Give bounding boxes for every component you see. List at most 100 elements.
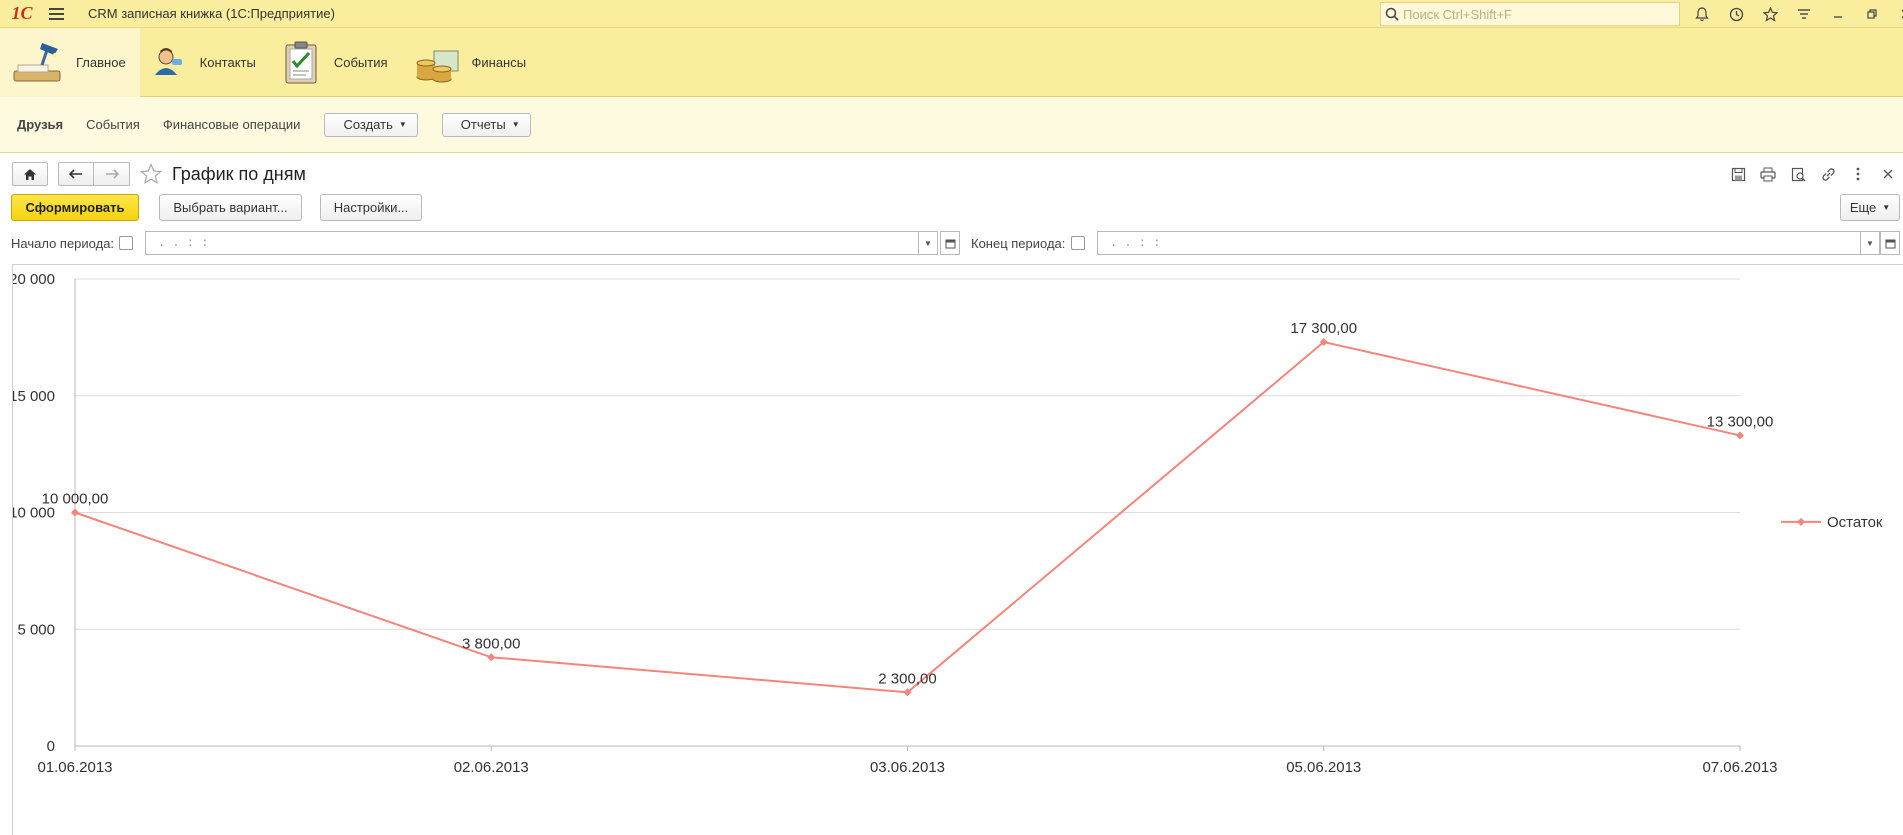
history-icon[interactable] xyxy=(1719,0,1753,28)
app-title: CRM записная книжка (1С:Предприятие) xyxy=(88,6,335,21)
preview-icon[interactable] xyxy=(1783,156,1813,192)
period-end-dropdown[interactable]: ▼ xyxy=(1860,231,1880,255)
search-box[interactable] xyxy=(1380,2,1680,26)
link-events[interactable]: События xyxy=(86,117,140,132)
sections-panel: Главное Контакты События Финансы xyxy=(0,28,1903,97)
home-button[interactable] xyxy=(12,162,48,186)
form-header: График по дням xyxy=(0,156,1903,192)
data-point-marker xyxy=(71,508,79,517)
command-bar: Сформировать Выбрать вариант... Настройк… xyxy=(0,194,1903,222)
section-main-label: Главное xyxy=(76,55,126,70)
coins-icon xyxy=(414,39,460,87)
data-label: 2 300,00 xyxy=(878,670,936,687)
restore-icon[interactable] xyxy=(1855,0,1889,28)
main-menu-icon[interactable] xyxy=(44,0,68,28)
section-finance[interactable]: Финансы xyxy=(402,28,541,97)
period-start-checkbox[interactable] xyxy=(119,236,133,250)
close-window-icon[interactable] xyxy=(1889,0,1903,28)
form-title: График по дням xyxy=(172,163,306,184)
calendar-icon xyxy=(945,239,955,248)
data-label: 3 800,00 xyxy=(462,635,520,652)
link-icon[interactable] xyxy=(1813,156,1843,192)
minimize-icon[interactable] xyxy=(1821,0,1855,28)
bell-icon[interactable] xyxy=(1685,0,1719,28)
x-tick-label: 05.06.2013 xyxy=(1286,759,1361,776)
x-tick-label: 07.06.2013 xyxy=(1702,759,1777,776)
chevron-down-icon: ▼ xyxy=(1882,203,1891,212)
line-chart: 05 00010 00015 00020 00001.06.2013 02.06.… xyxy=(13,271,1883,776)
save-icon[interactable] xyxy=(1723,156,1753,192)
section-main[interactable]: Главное xyxy=(0,28,140,97)
desk-lamp-icon xyxy=(12,39,64,87)
favorites-icon[interactable] xyxy=(1753,0,1787,28)
create-menu-button[interactable]: Создать ▼ xyxy=(324,112,418,137)
section-finance-label: Финансы xyxy=(471,55,527,70)
series-line xyxy=(74,340,1741,694)
period-start-field[interactable]: . . : : xyxy=(145,231,919,255)
chevron-down-icon: ▼ xyxy=(924,238,932,248)
y-tick-label: 0 xyxy=(47,738,55,755)
back-button[interactable] xyxy=(58,162,94,186)
title-bar: 1С CRM записная книжка (1С:Предприятие) xyxy=(0,0,1903,28)
section-contacts[interactable]: Контакты xyxy=(140,28,270,97)
report-chart-area: 05 000 10 000 15 000 20 000 01.06.2013 02.06.… xyxy=(12,264,1903,835)
section-events-label: События xyxy=(333,55,388,70)
chevron-down-icon: ▼ xyxy=(511,120,520,129)
reports-menu-label: Отчеты xyxy=(460,117,506,132)
link-financial-operations[interactable]: Финансовые операции xyxy=(163,117,301,132)
print-icon[interactable] xyxy=(1753,156,1783,192)
chevron-down-icon: ▼ xyxy=(398,120,407,129)
legend-label: Остаток xyxy=(1827,514,1883,531)
forward-button[interactable] xyxy=(94,162,130,186)
data-label: 10 000,00 xyxy=(42,491,109,508)
arrow-right-icon xyxy=(105,169,119,179)
settings-button[interactable]: Настройки... xyxy=(320,194,422,221)
period-end-checkbox[interactable] xyxy=(1071,236,1085,250)
x-tick-label: 01.06.2013 xyxy=(37,759,112,776)
period-start-label: Начало периода: xyxy=(11,236,115,251)
star-icon xyxy=(140,163,162,185)
more-button[interactable]: Еще ▼ xyxy=(1840,194,1900,221)
period-start-calendar[interactable] xyxy=(940,231,960,255)
favorite-toggle[interactable] xyxy=(140,163,162,185)
create-menu-label: Создать xyxy=(343,117,393,132)
app-logo: 1С xyxy=(11,3,33,23)
contacts-icon xyxy=(152,39,188,87)
chevron-down-icon: ▼ xyxy=(1866,238,1874,248)
search-input[interactable] xyxy=(1403,6,1673,22)
more-actions-icon[interactable] xyxy=(1843,156,1873,192)
section-contacts-label: Контакты xyxy=(199,55,256,70)
functions-menu-icon[interactable] xyxy=(1787,0,1821,28)
section-events[interactable]: События xyxy=(270,28,402,97)
functions-panel: Друзья События Финансовые операции Созда… xyxy=(0,97,1903,153)
data-point-marker xyxy=(487,653,496,662)
period-filter-row: Начало периода: . . : : ▼ Конец периода:… xyxy=(0,230,1903,256)
search-icon xyxy=(1385,7,1399,21)
clipboard-icon xyxy=(282,39,322,87)
more-button-label: Еще xyxy=(1849,200,1877,215)
generate-button[interactable]: Сформировать xyxy=(11,194,139,221)
period-end-label: Конец периода: xyxy=(971,236,1066,251)
reports-menu-button[interactable]: Отчеты ▼ xyxy=(441,112,531,137)
data-label: 17 300,00 xyxy=(1290,320,1357,337)
y-tick-label: 5 000 xyxy=(17,621,55,638)
legend-marker xyxy=(1797,517,1805,526)
form-tools xyxy=(1723,156,1903,192)
period-end-calendar[interactable] xyxy=(1880,231,1900,255)
data-label: 13 300,00 xyxy=(1707,413,1774,430)
data-point-marker xyxy=(1736,431,1744,440)
link-friends[interactable]: Друзья xyxy=(17,117,63,132)
calendar-icon xyxy=(1885,239,1895,248)
period-end-field[interactable]: . . : : xyxy=(1097,231,1861,255)
titlebar-tools xyxy=(1685,0,1903,28)
arrow-left-icon xyxy=(69,169,82,179)
choose-variant-button[interactable]: Выбрать вариант... xyxy=(159,194,302,221)
app-window: 1С CRM записная книжка (1С:Предприятие) xyxy=(0,0,1903,835)
y-tick-label: 20 000 xyxy=(13,271,55,288)
x-tick-label: 03.06.2013 xyxy=(870,759,945,776)
x-tick-label: 02.06.2013 xyxy=(454,759,529,776)
home-icon xyxy=(24,168,36,180)
period-start-dropdown[interactable]: ▼ xyxy=(918,231,938,255)
y-tick-label: 15 000 xyxy=(13,388,55,405)
close-form-icon[interactable] xyxy=(1873,156,1903,192)
